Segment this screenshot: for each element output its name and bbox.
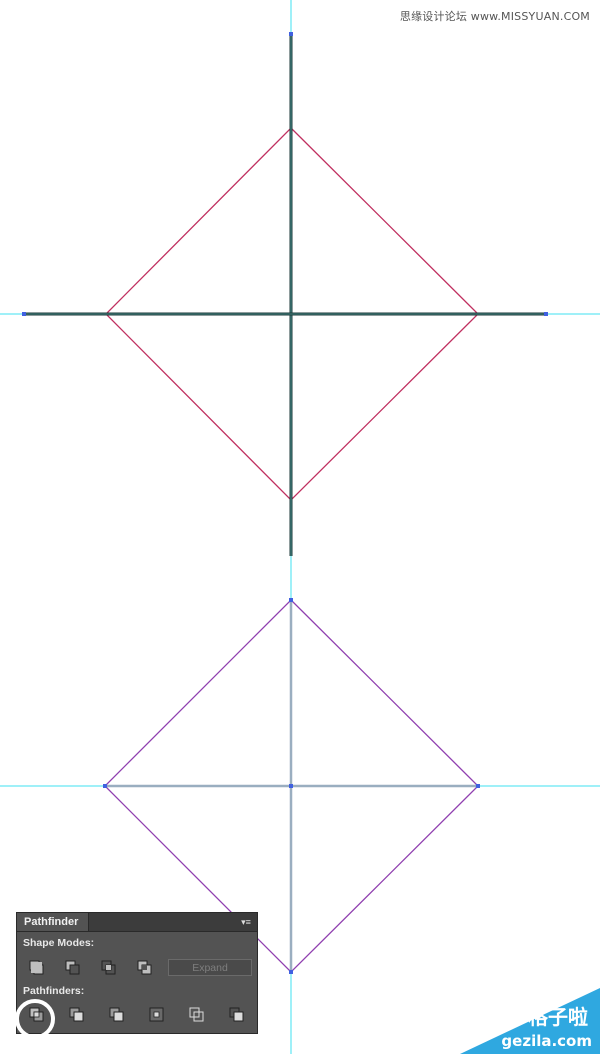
artboard-canvas[interactable] [0,0,600,1054]
anchor-point[interactable] [22,312,26,316]
unite-icon[interactable] [27,958,47,978]
pathfinder-panel: Pathfinder ▾≡ Shape Modes: Expand Pathfi… [15,912,258,1039]
panel-menu-icon[interactable]: ▾≡ [239,916,253,928]
exclude-icon[interactable] [135,958,155,978]
site-logo-chinese: 格子啦 [528,1005,588,1029]
anchor-point[interactable] [103,784,107,788]
divide-highlight-ring [15,999,55,1039]
expand-button[interactable]: Expand [168,959,252,976]
anchor-point[interactable] [544,312,548,316]
intersect-icon[interactable] [99,958,119,978]
pathfinders-label: Pathfinders: [23,985,85,997]
anchor-point[interactable] [289,32,293,36]
minus-back-icon[interactable] [227,1005,247,1025]
anchor-point[interactable] [289,598,293,602]
watermark-text: 思缘设计论坛 www.MISSYUAN.COM [399,10,590,23]
anchor-point[interactable] [289,970,293,974]
merge-icon[interactable] [107,1005,127,1025]
anchor-point[interactable] [289,784,293,788]
outline-icon[interactable] [187,1005,207,1025]
trim-icon[interactable] [67,1005,87,1025]
crop-icon[interactable] [147,1005,167,1025]
panel-header: Pathfinder ▾≡ [17,913,257,932]
tab-pathfinder[interactable]: Pathfinder [17,913,89,931]
site-logo-url: gezila.com [501,1032,592,1050]
minus-front-icon[interactable] [63,958,83,978]
shape-modes-label: Shape Modes: [23,937,95,949]
anchor-point[interactable] [476,784,480,788]
